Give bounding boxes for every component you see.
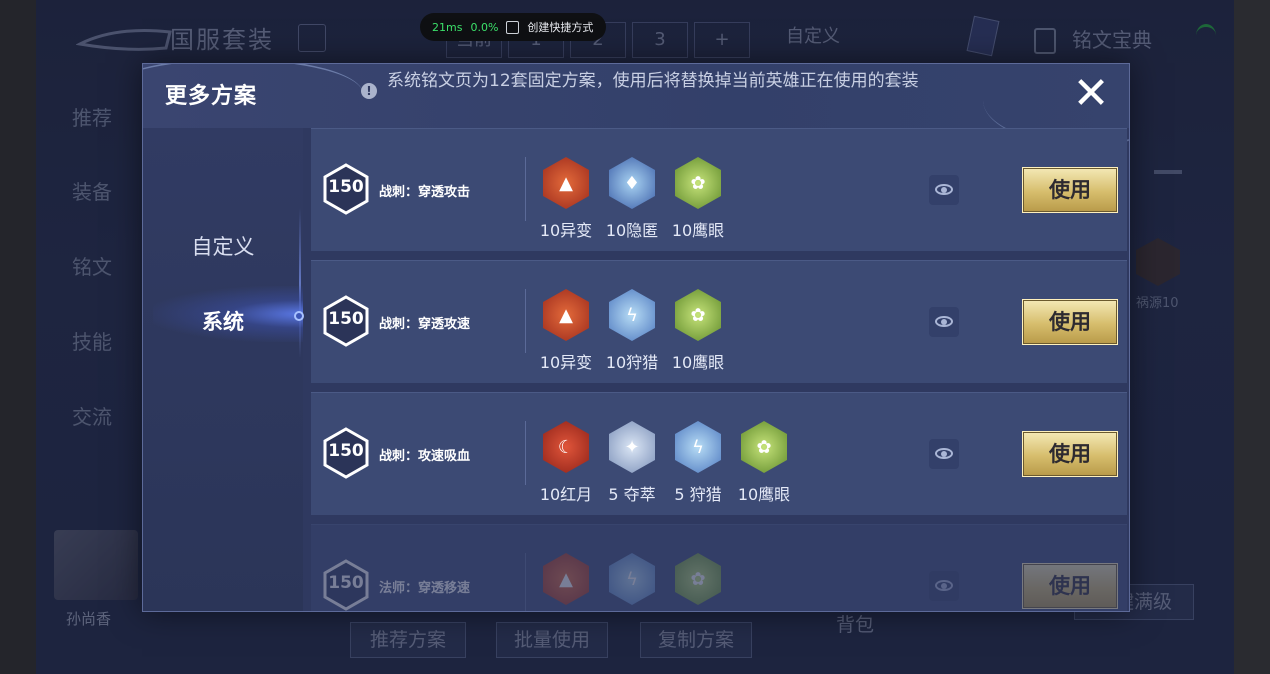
eye-pupil (941, 583, 947, 589)
rune-label: 5 狩猎 (674, 485, 722, 504)
rune-item[interactable]: ☾ 10红月 (533, 421, 599, 505)
preset-row: 150 战刺：穿透攻击 ▲ 10异变 ♦ 10隐匿 ✿ 10鹰眼 使用 (311, 128, 1127, 251)
rune-item[interactable]: ▲ 10异变 (533, 157, 599, 241)
dialog-title: 更多方案 (165, 84, 258, 109)
preview-button[interactable] (929, 307, 959, 337)
rune-blue-icon: ✦ (609, 421, 655, 473)
rune-red-icon: ☾ (543, 421, 589, 473)
eye-pupil (941, 451, 947, 457)
rune-item[interactable]: ✿ (665, 553, 731, 605)
rune-red-icon: ▲ (543, 289, 589, 341)
rune-item[interactable]: ▲ 10异变 (533, 289, 599, 373)
tab-system[interactable]: 系统 (143, 306, 303, 336)
row-divider (525, 553, 526, 611)
more-plans-dialog: 更多方案 ! 系统铭文页为12套固定方案，使用后将替换掉当前英雄正在使用的套装 … (142, 63, 1130, 612)
rune-item[interactable]: ♦ 10隐匿 (599, 157, 665, 241)
rune-item[interactable]: ϟ (599, 553, 665, 605)
create-shortcut-label[interactable]: 创建快捷方式 (527, 19, 593, 35)
right-letterbox (1234, 0, 1270, 674)
rune-blue-icon: ϟ (675, 421, 721, 473)
use-button[interactable]: 使用 (1022, 431, 1118, 477)
rune-green-icon: ✿ (741, 421, 787, 473)
row-divider (525, 157, 526, 221)
rune-label: 10鹰眼 (671, 353, 725, 372)
rune-label: 5 夺萃 (608, 485, 656, 504)
preset-list[interactable]: 150 战刺：穿透攻击 ▲ 10异变 ♦ 10隐匿 ✿ 10鹰眼 使用 150 … (311, 128, 1129, 611)
rune-item[interactable]: ϟ 5 狩猎 (665, 421, 731, 505)
use-button[interactable]: 使用 (1022, 299, 1118, 345)
info-icon: ! (361, 83, 377, 99)
level-badge: 150 (323, 427, 369, 479)
rune-label: 10鹰眼 (737, 485, 791, 504)
rune-label: 10异变 (539, 353, 593, 372)
level-badge: 150 (323, 559, 369, 611)
rune-blue-icon: ♦ (609, 157, 655, 209)
rune-group: ▲ ϟ ✿ (533, 553, 731, 605)
level-number: 150 (328, 309, 364, 329)
rune-green-icon: ✿ (675, 289, 721, 341)
rune-group: ▲ 10异变 ϟ 10狩猎 ✿ 10鹰眼 (533, 289, 731, 373)
rune-label: 10狩猎 (605, 353, 659, 372)
eye-pupil (941, 319, 947, 325)
rune-item[interactable]: ▲ (533, 553, 599, 605)
preview-button[interactable] (929, 175, 959, 205)
rune-label: 10鹰眼 (671, 221, 725, 240)
rune-red-icon: ▲ (543, 157, 589, 209)
dialog-header: 更多方案 ! 系统铭文页为12套固定方案，使用后将替换掉当前英雄正在使用的套装 … (143, 64, 1129, 146)
level-number: 150 (328, 573, 364, 593)
rune-group: ▲ 10异变 ♦ 10隐匿 ✿ 10鹰眼 (533, 157, 731, 241)
preview-button[interactable] (929, 439, 959, 469)
preset-name: 法师：穿透移速 (379, 581, 471, 596)
latency-readout: 21ms (432, 20, 463, 34)
row-divider (525, 289, 526, 353)
packet-loss-readout: 0.0% (470, 20, 499, 34)
rune-label: 10异变 (539, 221, 593, 240)
use-button[interactable]: 使用 (1022, 563, 1118, 609)
preset-name: 战刺：穿透攻速 (379, 317, 471, 332)
rune-green-icon: ✿ (675, 157, 721, 209)
rune-item[interactable]: ✦ 5 夺萃 (599, 421, 665, 505)
dialog-sidebar: 自定义 系统 (143, 128, 304, 611)
preset-name: 战刺：攻速吸血 (379, 449, 471, 464)
tab-custom[interactable]: 自定义 (143, 231, 303, 261)
level-number: 150 (328, 177, 364, 197)
rune-label: 10红月 (539, 485, 593, 504)
left-letterbox (0, 0, 36, 674)
level-number: 150 (328, 441, 364, 461)
level-badge: 150 (323, 295, 369, 347)
rune-item[interactable]: ✿ 10鹰眼 (665, 157, 731, 241)
use-button[interactable]: 使用 (1022, 167, 1118, 213)
rune-blue-icon: ϟ (609, 289, 655, 341)
preset-row: 150 战刺：攻速吸血 ☾ 10红月 ✦ 5 夺萃 ϟ 5 狩猎 ✿ 10鹰眼 … (311, 392, 1127, 515)
rune-green-icon: ✿ (675, 553, 721, 605)
preset-name: 战刺：穿透攻击 (379, 185, 471, 200)
rune-item[interactable]: ✿ 10鹰眼 (731, 421, 797, 505)
eye-pupil (941, 187, 947, 193)
shortcut-icon[interactable] (506, 20, 520, 34)
rune-red-icon: ▲ (543, 553, 589, 605)
preset-row: 150 战刺：穿透攻速 ▲ 10异变 ϟ 10狩猎 ✿ 10鹰眼 使用 (311, 260, 1127, 383)
level-badge: 150 (323, 163, 369, 215)
rune-group: ☾ 10红月 ✦ 5 夺萃 ϟ 5 狩猎 ✿ 10鹰眼 (533, 421, 797, 505)
preset-row: 150 法师：穿透移速 ▲ ϟ ✿ 使用 (311, 524, 1127, 611)
rune-label: 10隐匿 (605, 221, 659, 240)
rune-item[interactable]: ϟ 10狩猎 (599, 289, 665, 373)
row-divider (525, 421, 526, 485)
close-button[interactable]: ✕ (1067, 70, 1115, 118)
preview-button[interactable] (929, 571, 959, 601)
network-overlay: 21ms 0.0% 创建快捷方式 (420, 13, 606, 41)
rune-blue-icon: ϟ (609, 553, 655, 605)
rune-item[interactable]: ✿ 10鹰眼 (665, 289, 731, 373)
dialog-info-text: 系统铭文页为12套固定方案，使用后将替换掉当前英雄正在使用的套装 (387, 71, 919, 91)
